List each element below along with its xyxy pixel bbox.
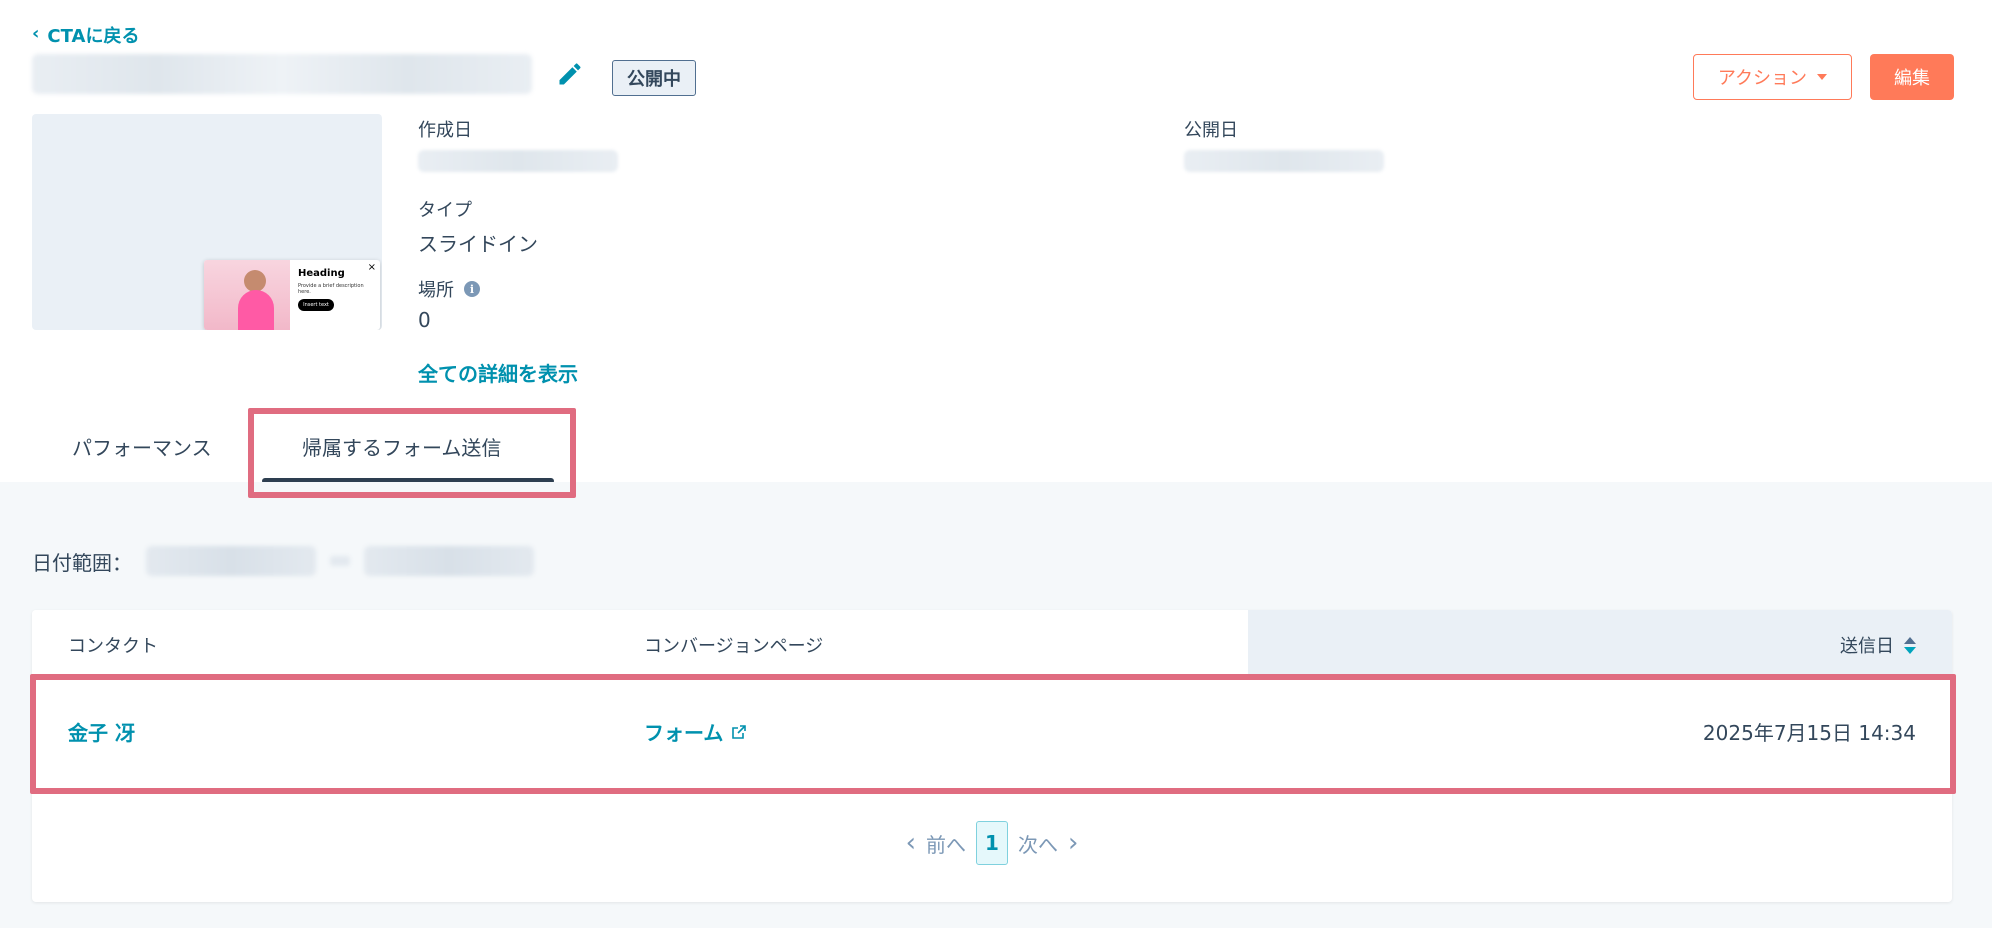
actions-button-label: アクション — [1717, 68, 1807, 89]
status-badge-label: 公開中 — [627, 69, 681, 90]
table-row: 金子 冴 フォーム 2025年7月15日 14:34 — [32, 674, 1952, 790]
location-label: 場所 — [418, 280, 454, 301]
thumbnail-button: Insert text — [298, 299, 334, 311]
start-date-input-redacted[interactable] — [146, 546, 316, 576]
tab-performance[interactable]: パフォーマンス — [72, 432, 212, 461]
cta-thumbnail: × Heading Provide a brief description he… — [32, 114, 382, 330]
next-page-button[interactable]: 次へ — [1018, 829, 1058, 858]
thumbnail-content: × Heading Provide a brief description he… — [290, 260, 380, 330]
type-block: タイプ スライドイン — [418, 196, 538, 257]
edit-button[interactable]: 編集 — [1870, 54, 1954, 100]
location-block: 場所 i 0 — [418, 276, 480, 332]
published-date-block: 公開日 — [1184, 116, 1384, 172]
chevron-left-icon: ‹ — [32, 23, 40, 44]
show-all-details-link[interactable]: 全ての詳細を表示 — [418, 358, 578, 387]
thumbnail-description: Provide a brief description here. — [298, 283, 364, 295]
thumbnail-image — [204, 260, 290, 330]
actions-dropdown-button[interactable]: アクション — [1692, 54, 1852, 100]
sort-icon — [1904, 636, 1916, 654]
person-torso-shape — [238, 290, 274, 330]
contact-link[interactable]: 金子 冴 — [68, 717, 135, 746]
status-badge: 公開中 — [612, 60, 696, 96]
info-icon[interactable]: i — [464, 281, 480, 297]
type-value: スライドイン — [418, 232, 538, 256]
prev-page-button[interactable]: 前へ — [926, 829, 966, 858]
column-header-contact[interactable]: コンタクト — [68, 632, 158, 658]
created-date-block: 作成日 — [418, 116, 618, 172]
pagination: ‹ 前へ 1 次へ › — [32, 820, 1952, 866]
thumbnail-slide-in-card: × Heading Provide a brief description he… — [204, 260, 380, 330]
end-date-input-redacted[interactable] — [364, 546, 534, 576]
published-date-label: 公開日 — [1184, 120, 1238, 141]
submissions-table: コンタクト コンバージョンページ 送信日 金子 冴 フォーム 2025年7月15… — [32, 610, 1952, 902]
close-icon: × — [367, 262, 376, 273]
caret-down-icon — [1817, 74, 1827, 80]
submitted-date: 2025年7月15日 14:34 — [1702, 721, 1916, 745]
tab-attributed-form-submissions[interactable]: 帰属するフォーム送信 — [302, 432, 501, 461]
cta-details-page: ‹ CTAに戻る 公開中 アクション 編集 × Heading Provide … — [0, 0, 1992, 928]
column-header-conversion-page[interactable]: コンバージョンページ — [644, 632, 823, 658]
pencil-icon[interactable] — [556, 60, 584, 88]
conversion-page-link[interactable]: フォーム — [644, 717, 747, 746]
back-link-label: CTAに戻る — [47, 26, 140, 47]
back-link[interactable]: ‹ CTAに戻る — [32, 22, 139, 48]
type-label: タイプ — [418, 200, 472, 221]
submissions-section: 日付範囲： コンタクト コンバージョンページ 送信日 金子 冴 フォーム 202… — [0, 482, 1992, 928]
header-actions: アクション 編集 — [1692, 54, 1954, 100]
conversion-page-label: フォーム — [644, 721, 724, 745]
location-label-row: 場所 i — [418, 276, 480, 302]
published-date-redacted — [1184, 150, 1384, 172]
created-date-redacted — [418, 150, 618, 172]
date-range-filter: 日付範囲： — [32, 546, 534, 576]
top-area: ‹ CTAに戻る 公開中 アクション 編集 × Heading Provide … — [0, 0, 1992, 484]
cta-title-redacted — [32, 54, 532, 94]
location-value: 0 — [418, 308, 431, 332]
tab-bar: パフォーマンス 帰属するフォーム送信 — [0, 410, 1992, 484]
current-page[interactable]: 1 — [976, 821, 1008, 865]
date-range-label: 日付範囲： — [32, 550, 132, 575]
created-date-label: 作成日 — [418, 120, 472, 141]
person-head-shape — [244, 270, 266, 292]
column-header-submitted-date-label: 送信日 — [1840, 636, 1894, 657]
column-header-submitted-date[interactable]: 送信日 — [1840, 632, 1916, 658]
chevron-left-icon[interactable]: ‹ — [906, 830, 916, 856]
external-link-icon — [732, 724, 747, 739]
date-separator — [330, 556, 350, 566]
cta-metadata: 作成日 公開日 タイプ スライドイン 場所 i 0 — [418, 116, 1918, 396]
table-header: コンタクト コンバージョンページ 送信日 — [32, 610, 1952, 674]
thumbnail-heading: Heading — [298, 268, 345, 279]
chevron-right-icon[interactable]: › — [1068, 830, 1078, 856]
